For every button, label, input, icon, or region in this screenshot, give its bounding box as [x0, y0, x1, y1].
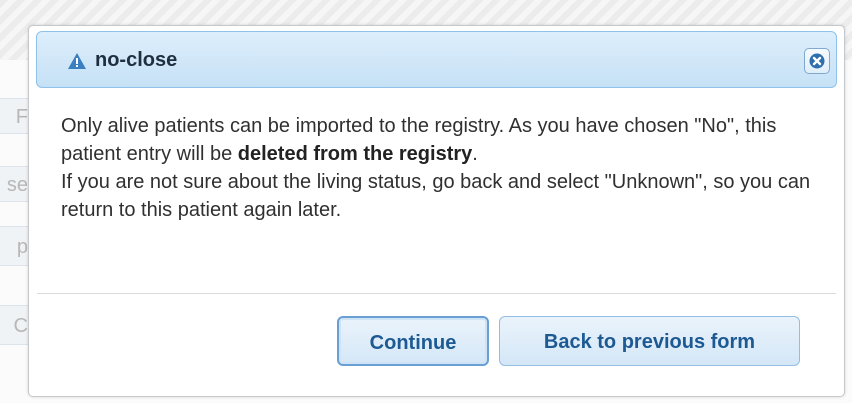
close-icon	[809, 53, 825, 69]
message-emphasis: deleted from the registry	[237, 143, 473, 165]
background-fragment: F	[0, 98, 30, 134]
continue-button[interactable]: Continue	[337, 316, 489, 366]
dialog-message: Only alive patients can be imported to t…	[61, 112, 821, 224]
background-fragment: se	[0, 166, 30, 202]
message-paragraph-1: Only alive patients can be imported to t…	[61, 112, 821, 168]
message-text: .	[472, 143, 478, 165]
close-button[interactable]	[804, 48, 830, 74]
back-to-previous-form-button[interactable]: Back to previous form	[499, 316, 800, 366]
message-paragraph-2: If you are not sure about the living sta…	[61, 171, 811, 221]
warning-icon	[67, 52, 87, 70]
dialog-titlebar[interactable]: no-close	[36, 31, 837, 88]
background-fragment: C	[0, 305, 30, 345]
dialog-title: no-close	[95, 49, 178, 71]
modal-dialog: no-close Only alive patients can be impo…	[28, 25, 845, 397]
background-fragment: p	[0, 226, 30, 266]
dialog-divider	[37, 293, 836, 294]
